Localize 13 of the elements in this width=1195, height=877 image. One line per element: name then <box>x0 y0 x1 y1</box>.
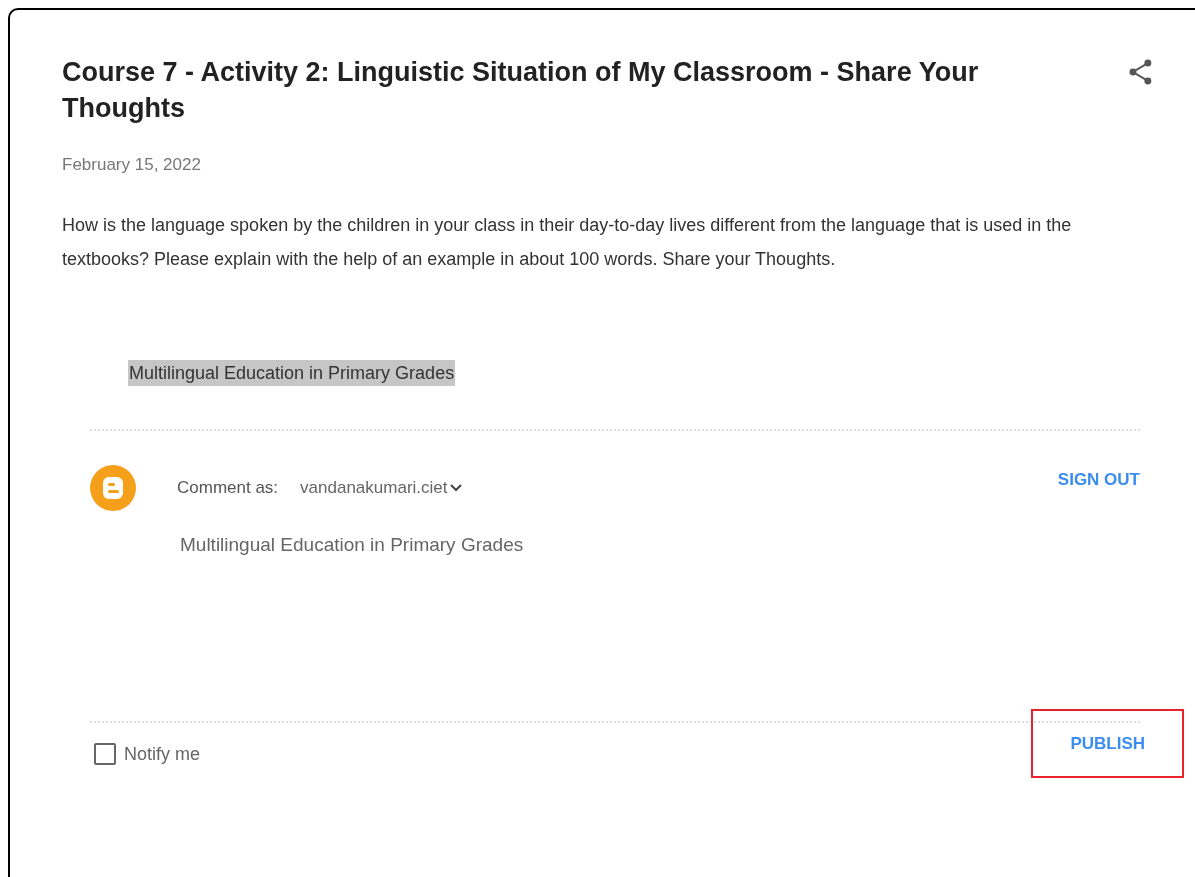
chevron-down-icon <box>449 483 462 492</box>
sign-out-link[interactable]: SIGN OUT <box>1057 466 1140 493</box>
highlighted-text: Multilingual Education in Primary Grades <box>128 359 456 386</box>
blogger-logo-icon <box>90 464 136 511</box>
notify-checkbox[interactable]: Notify me <box>94 740 201 768</box>
post-title: Course 7 - Activity 2: Linguistic Situation of My Classroom - Share Your Thoughts <box>62 56 980 125</box>
publish-button[interactable]: PUBLISH <box>1031 708 1184 778</box>
share-icon[interactable] <box>1128 58 1154 86</box>
account-dropdown[interactable]: vandanakumari.ciet <box>300 474 462 501</box>
post-date: February 15, 2022 <box>62 154 202 176</box>
post-body: How is the language spoken by the children in your class in their day-to-day lives different from the language that is used in the textbooks? Please explain with the help of an example in about 100 words. Share your Thoughts. <box>62 213 1073 271</box>
comment-as-label: Comment as: <box>177 476 279 499</box>
comment-field[interactable]: Multilingual Education in Primary Grades <box>180 530 880 711</box>
